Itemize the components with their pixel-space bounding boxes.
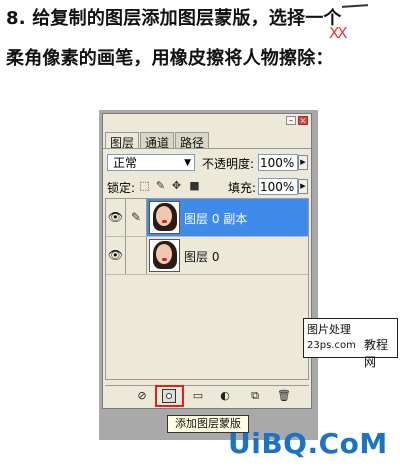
instruction-line-2: 柔角像素的画笔，用橡皮擦将人物擦除： bbox=[6, 48, 334, 69]
tab-divider bbox=[103, 148, 311, 149]
fill-input[interactable]: 100% bbox=[258, 178, 298, 195]
layer-thumbnail bbox=[149, 201, 180, 234]
watermark-line-1: 图片处理 bbox=[307, 323, 351, 336]
minimize-icon[interactable]: – bbox=[286, 116, 296, 125]
lock-all-icon[interactable]: ■ bbox=[189, 180, 200, 191]
new-layer-icon[interactable]: ⧉ bbox=[248, 389, 262, 403]
eye-icon[interactable]: 👁 bbox=[106, 237, 126, 274]
lock-transparency-icon[interactable]: ⬚ bbox=[139, 180, 150, 191]
palette-tabs: 图层 通道 路径 bbox=[105, 132, 210, 150]
lock-label: 锁定: bbox=[107, 181, 136, 195]
link-cell-empty[interactable] bbox=[126, 237, 147, 274]
blend-row: 正常 ▼ 不透明度: 100% ▶ bbox=[107, 154, 308, 172]
trash-icon[interactable]: 🗑 bbox=[277, 389, 291, 403]
layers-list: 👁 ✎ 图层 0 副本 👁 图层 0 bbox=[105, 198, 309, 380]
layer-thumbnail bbox=[149, 239, 180, 272]
lock-image-brush-icon[interactable]: ✎ bbox=[155, 180, 166, 191]
new-group-folder-icon[interactable]: ▭ bbox=[191, 389, 205, 403]
instruction-line-1: 8. 给复制的图层添加图层蒙版，选择一个 bbox=[6, 8, 342, 29]
tab-layers[interactable]: 图层 bbox=[105, 132, 140, 150]
tab-paths[interactable]: 路径 bbox=[175, 132, 210, 150]
lock-position-move-icon[interactable]: ✥ bbox=[171, 180, 182, 191]
adjustment-layer-icon[interactable]: ◐ bbox=[218, 389, 232, 403]
tab-channels[interactable]: 通道 bbox=[140, 132, 175, 150]
palette-titlebar[interactable]: – × bbox=[103, 114, 311, 128]
fill-arrow-icon[interactable]: ▶ bbox=[298, 179, 308, 194]
eye-icon[interactable]: 👁 bbox=[106, 199, 126, 236]
correction-mark: XX bbox=[329, 24, 348, 42]
link-layers-icon[interactable]: ⊘ bbox=[135, 389, 149, 403]
layer-row[interactable]: 👁 图层 0 bbox=[106, 237, 308, 275]
layer-name: 图层 0 副本 bbox=[184, 212, 248, 226]
opacity-input[interactable]: 100% bbox=[258, 154, 298, 171]
watermark-line-3: 教程网 bbox=[364, 338, 389, 369]
opacity-label: 不透明度: bbox=[202, 157, 255, 171]
blend-mode-select[interactable]: 正常 ▼ bbox=[107, 154, 195, 171]
opacity-arrow-icon[interactable]: ▶ bbox=[298, 155, 308, 170]
close-icon[interactable]: × bbox=[298, 116, 308, 125]
fill-label: 填充: bbox=[228, 181, 257, 195]
lock-row: 锁定: ⬚ ✎ ✥ ■ 填充: 100% ▶ bbox=[107, 178, 308, 196]
blend-mode-value: 正常 bbox=[113, 156, 138, 170]
brush-icon[interactable]: ✎ bbox=[126, 199, 147, 236]
site-logo: UiBQ.CoM bbox=[228, 427, 388, 460]
layers-palette: – × 图层 通道 路径 正常 ▼ 不透明度: 100% ▶ 锁定: ⬚ ✎ ✥… bbox=[102, 113, 312, 409]
strike-mark bbox=[341, 4, 369, 8]
watermark-stamp: 图片处理 23ps.com 教程网 bbox=[303, 318, 398, 369]
layer-row[interactable]: 👁 ✎ 图层 0 副本 bbox=[106, 199, 308, 237]
highlight-frame bbox=[155, 385, 184, 407]
layer-name: 图层 0 bbox=[184, 250, 220, 264]
watermark-line-2: 23ps.com bbox=[307, 340, 356, 351]
palette-bottom-bar: ⊘ ▭ ◐ ⧉ 🗑 bbox=[105, 385, 309, 406]
chevron-down-icon: ▼ bbox=[184, 158, 191, 168]
